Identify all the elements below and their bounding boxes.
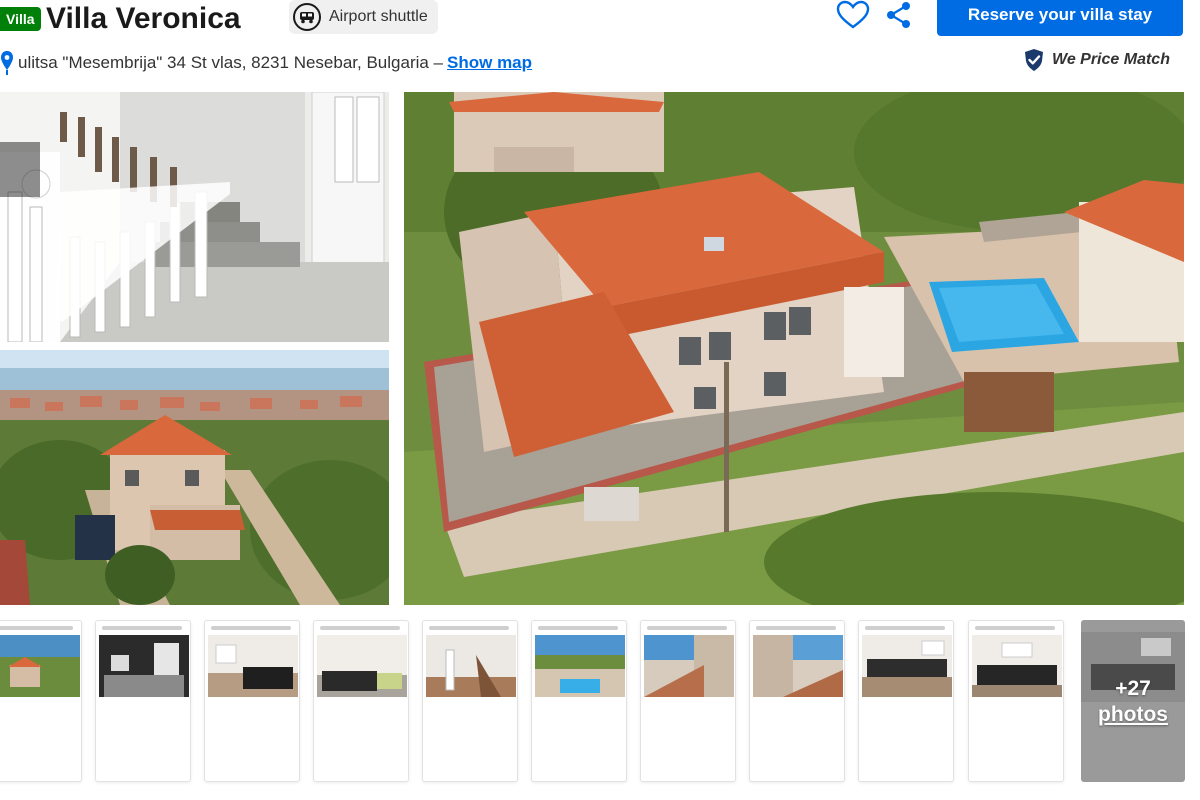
thumbnail-photo-4[interactable] bbox=[313, 620, 409, 782]
thumbnail-photo-6[interactable] bbox=[531, 620, 627, 782]
airport-shuttle-label: Airport shuttle bbox=[329, 8, 428, 25]
reserve-button[interactable]: Reserve your villa stay bbox=[937, 0, 1183, 36]
price-match-badge[interactable]: We Price Match bbox=[1022, 48, 1170, 72]
heart-icon[interactable] bbox=[836, 0, 870, 30]
thumbnail-caption bbox=[865, 626, 945, 630]
thumbnail-image bbox=[99, 635, 189, 697]
thumbnail-photo-7[interactable] bbox=[640, 620, 736, 782]
property-address: ulitsa "Mesembrija" 34 St vlas, 8231 Nes… bbox=[18, 53, 444, 72]
thumbnail-photo-8[interactable] bbox=[749, 620, 845, 782]
show-map-link[interactable]: Show map bbox=[447, 53, 532, 73]
thumbnail-image bbox=[644, 635, 734, 697]
thumbnail-caption bbox=[756, 626, 836, 630]
thumbnail-caption bbox=[211, 626, 291, 630]
photo-thumbnail-strip: +27 photos bbox=[0, 620, 1200, 785]
more-photos-count: +27 bbox=[1115, 677, 1151, 700]
photo-interior-staircase[interactable] bbox=[0, 92, 389, 342]
thumbnail-photo-5[interactable] bbox=[422, 620, 518, 782]
map-pin-icon bbox=[1, 51, 13, 75]
thumbnail-image bbox=[753, 635, 843, 697]
thumbnail-photo-2[interactable] bbox=[95, 620, 191, 782]
thumbnail-image bbox=[317, 635, 407, 697]
thumbnail-caption bbox=[975, 626, 1055, 630]
thumbnail-caption bbox=[538, 626, 618, 630]
share-icon[interactable] bbox=[884, 0, 914, 30]
thumbnail-photo-1[interactable] bbox=[0, 620, 82, 782]
more-photos-label: +27 photos bbox=[1081, 676, 1185, 728]
thumbnail-caption bbox=[102, 626, 182, 630]
property-title: Villa Veronica bbox=[46, 2, 241, 35]
photo-villa-with-pool[interactable] bbox=[404, 92, 1184, 605]
thumbnail-image bbox=[208, 635, 298, 697]
thumbnail-caption bbox=[647, 626, 727, 630]
thumbnail-photo-3[interactable] bbox=[204, 620, 300, 782]
address-row: ulitsa "Mesembrija" 34 St vlas, 8231 Nes… bbox=[0, 50, 532, 76]
more-photos-button[interactable]: +27 photos bbox=[1081, 620, 1185, 782]
thumbnail-caption bbox=[429, 626, 509, 630]
thumbnail-image bbox=[972, 635, 1062, 697]
thumbnail-image bbox=[535, 635, 625, 697]
photo-aerial-sea-view[interactable] bbox=[0, 350, 389, 605]
thumbnail-image bbox=[426, 635, 516, 697]
thumbnail-photo-10[interactable] bbox=[968, 620, 1064, 782]
thumbnail-photo-9[interactable] bbox=[858, 620, 954, 782]
price-match-label: We Price Match bbox=[1052, 51, 1170, 68]
more-photos-word: photos bbox=[1098, 703, 1168, 726]
property-page: Villa Villa Veronica Airport shuttle Res… bbox=[0, 0, 1200, 800]
thumbnail-caption bbox=[0, 626, 73, 630]
thumbnail-caption bbox=[320, 626, 400, 630]
checkmark-shield-icon bbox=[1025, 49, 1043, 71]
property-type-badge: Villa bbox=[0, 7, 41, 31]
thumbnail-image bbox=[0, 635, 80, 697]
airport-shuttle-badge[interactable]: Airport shuttle bbox=[289, 0, 438, 34]
thumbnail-image bbox=[862, 635, 952, 697]
shuttle-icon bbox=[293, 3, 321, 31]
